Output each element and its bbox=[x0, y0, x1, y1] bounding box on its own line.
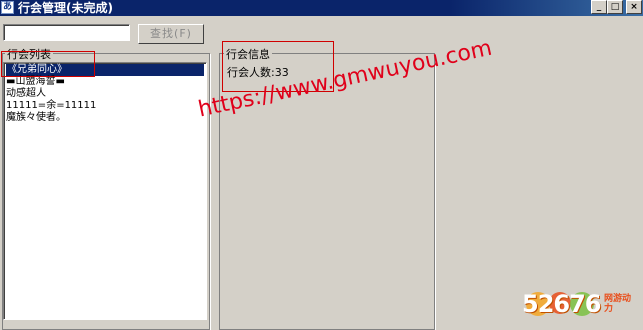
minimize-button[interactable]: _ bbox=[591, 0, 607, 14]
app-icon: あ bbox=[1, 1, 14, 14]
list-item[interactable]: 动感超人 bbox=[6, 88, 46, 100]
list-item[interactable]: 11111=余=11111 bbox=[6, 100, 96, 112]
list-item[interactable]: 魔族々使者。 bbox=[6, 112, 66, 124]
list-item[interactable]: ▬山盟海誓▬ bbox=[6, 76, 65, 88]
site-logo: 52676 网游动力 bbox=[520, 288, 640, 320]
logo-text: 52676 bbox=[522, 290, 601, 318]
guild-listbox[interactable]: 《兄弟同心》 ▬山盟海誓▬ 动感超人 11111=余=11111 魔族々使者。 bbox=[3, 62, 207, 320]
logo-subtext: 网游动力 bbox=[604, 294, 632, 314]
search-input[interactable] bbox=[3, 24, 130, 41]
close-button[interactable]: × bbox=[626, 0, 642, 14]
title-bar[interactable]: あ 行会管理(未完成) _ □ × bbox=[0, 0, 643, 16]
annotation-box-list bbox=[1, 51, 95, 77]
maximize-button[interactable]: □ bbox=[607, 0, 623, 14]
window-title: 行会管理(未完成) bbox=[18, 1, 113, 15]
search-button[interactable]: 查找(F) bbox=[138, 24, 204, 44]
